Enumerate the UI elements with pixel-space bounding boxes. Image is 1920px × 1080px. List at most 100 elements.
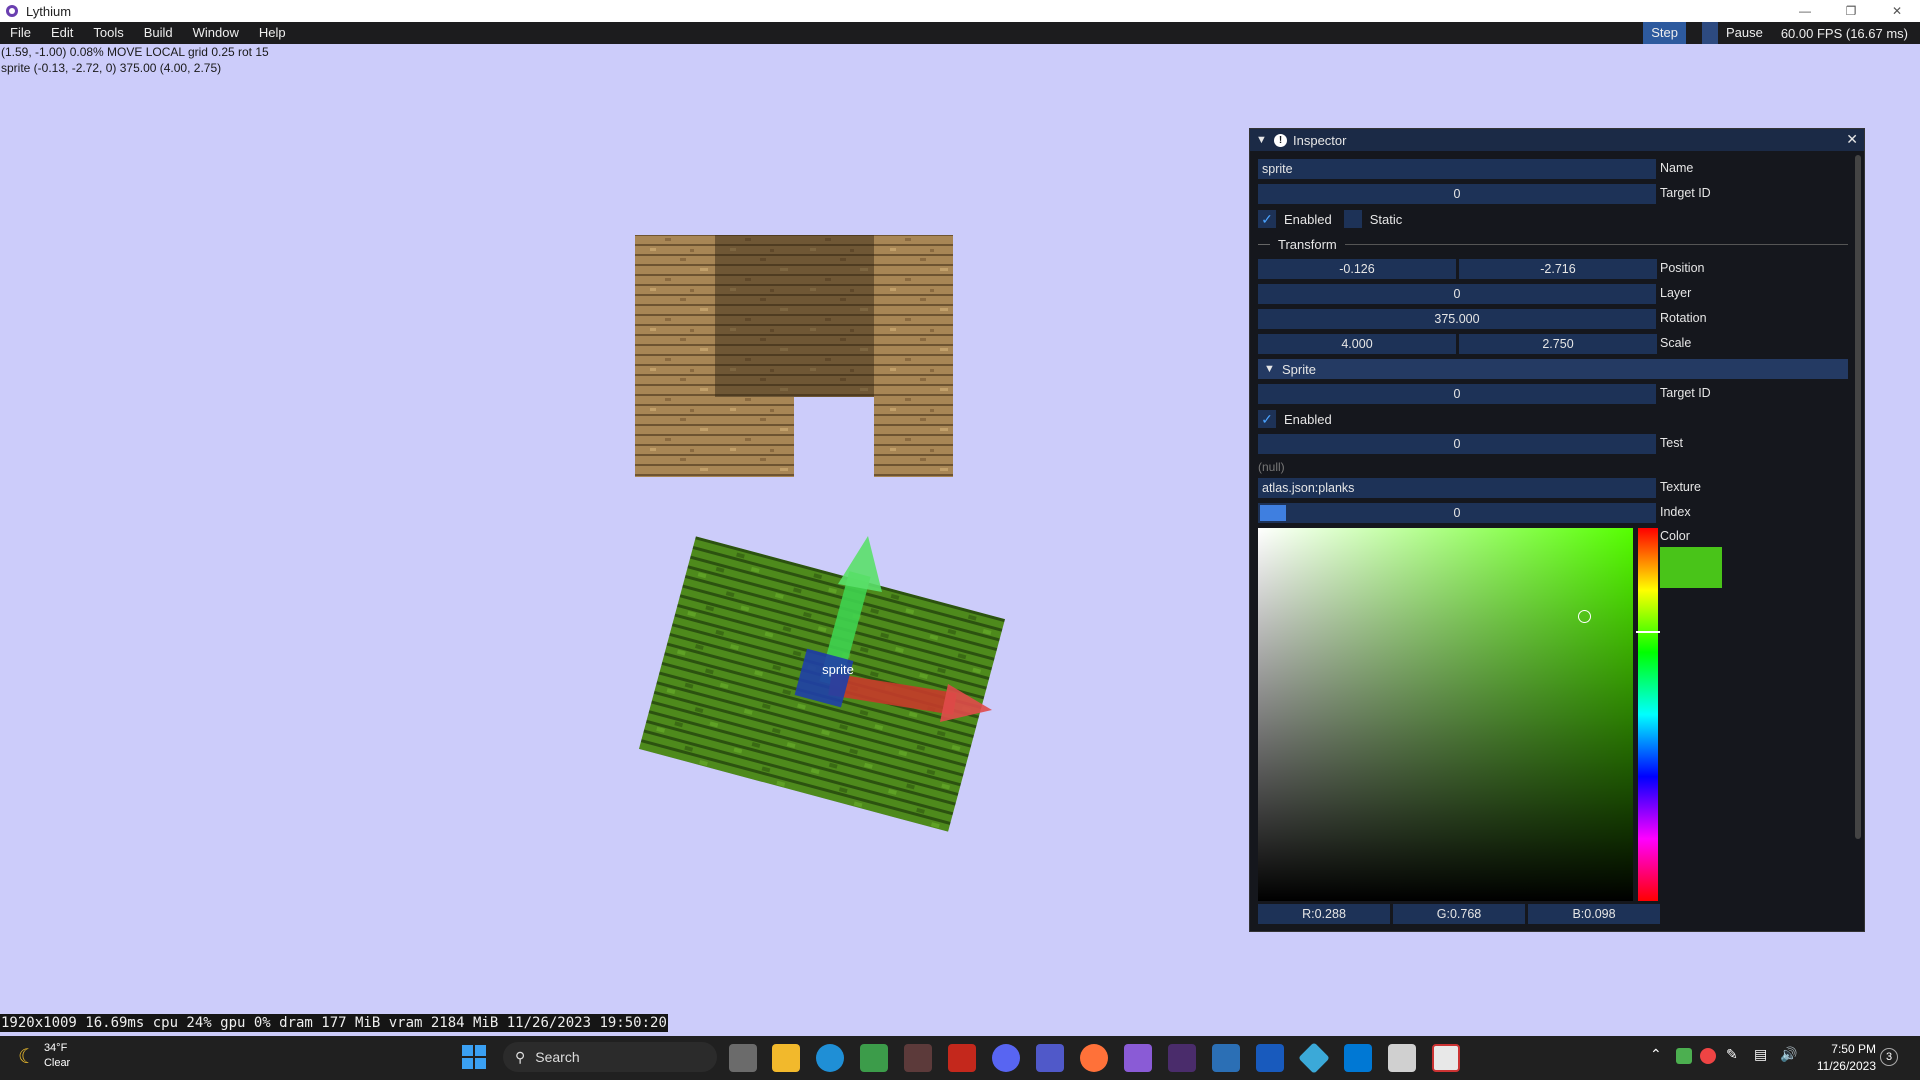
sprite-enabled-label: Enabled xyxy=(1284,411,1332,427)
word-icon[interactable] xyxy=(1256,1044,1284,1072)
position-y-field[interactable]: -2.716 xyxy=(1459,259,1657,279)
weather-temp: 34°F xyxy=(43,1042,68,1054)
index-value: 0 xyxy=(1453,506,1461,520)
discord-icon[interactable] xyxy=(992,1044,1020,1072)
pdf-reader-icon[interactable] xyxy=(948,1044,976,1072)
inspector-panel: ▼ ! Inspector ✕ sprite Name 0 Target ID … xyxy=(1249,128,1865,932)
spreadsheet-icon[interactable] xyxy=(860,1044,888,1072)
static-checkbox[interactable] xyxy=(1343,210,1362,228)
visual-studio-icon[interactable] xyxy=(1124,1044,1152,1072)
app-icon xyxy=(6,5,18,17)
pause-indicator xyxy=(1701,22,1718,44)
position-x-field[interactable]: -0.126 xyxy=(1258,259,1456,279)
inspector-scrollbar[interactable] xyxy=(1855,155,1861,839)
game-engine-icon[interactable] xyxy=(1212,1044,1240,1072)
sprite-section-title: Sprite xyxy=(1282,361,1316,377)
search-icon: ⚲ xyxy=(515,1048,526,1065)
task-view-icon[interactable] xyxy=(729,1044,757,1072)
rotation-field[interactable]: 375.000 xyxy=(1258,309,1656,329)
target-id-field[interactable]: 0 xyxy=(1258,184,1656,204)
sprite-label: sprite xyxy=(822,662,854,677)
menu-window[interactable]: Window xyxy=(183,22,249,44)
menu-file[interactable]: File xyxy=(0,22,41,44)
window-title: Lythium xyxy=(26,3,72,19)
static-label: Static xyxy=(1369,211,1403,227)
inspector-header[interactable]: ▼ ! Inspector ✕ xyxy=(1250,129,1864,151)
index-slider-grab[interactable] xyxy=(1260,505,1286,521)
file-explorer-icon[interactable] xyxy=(772,1044,800,1072)
collapse-icon[interactable]: ▼ xyxy=(1256,134,1270,146)
pause-label: Pause xyxy=(1725,25,1763,40)
layer-field[interactable]: 0 xyxy=(1258,284,1656,304)
weather-desc: Clear xyxy=(43,1057,71,1069)
inspector-title: Inspector xyxy=(1293,132,1347,148)
lythium-taskbar-icon[interactable] xyxy=(1432,1044,1460,1072)
index-field[interactable]: 0 xyxy=(1258,503,1656,523)
test-field[interactable]: 0 xyxy=(1258,434,1656,454)
name-field[interactable]: sprite xyxy=(1258,159,1656,179)
color-picker-cursor[interactable] xyxy=(1578,610,1591,623)
target-id-label: Target ID xyxy=(1660,186,1711,200)
green-channel-field[interactable]: G:0.768 xyxy=(1393,904,1525,924)
notepad-icon[interactable] xyxy=(1388,1044,1416,1072)
teams-icon[interactable] xyxy=(1036,1044,1064,1072)
step-button[interactable]: Step xyxy=(1643,22,1686,44)
volume-icon[interactable]: 🔊 xyxy=(1780,1046,1797,1063)
hue-slider[interactable] xyxy=(1636,528,1660,901)
scale-x-field[interactable]: 4.000 xyxy=(1258,334,1456,354)
moon-icon: ☾ xyxy=(18,1045,36,1068)
scale-label: Scale xyxy=(1660,336,1692,350)
color-picker-sv-square[interactable] xyxy=(1258,528,1633,901)
fps-readout: 60.00 FPS (16.67 ms) xyxy=(1780,25,1908,41)
clock-time: 7:50 PM xyxy=(1831,1042,1876,1056)
color-swatch[interactable] xyxy=(1660,547,1722,588)
tray-app-icon[interactable] xyxy=(1676,1048,1692,1064)
pause-button[interactable]: Pause xyxy=(1694,22,1771,44)
app-icon[interactable] xyxy=(904,1044,932,1072)
hue-slider-handle[interactable] xyxy=(1636,631,1660,633)
transform-header: Transform xyxy=(1278,236,1337,252)
sprite-enabled-checkbox[interactable]: ✓ xyxy=(1258,410,1276,428)
network-icon[interactable]: ▤ xyxy=(1754,1046,1767,1063)
sprite-section-header[interactable]: ▼ Sprite xyxy=(1258,359,1848,379)
clock[interactable]: 7:50 PM 11/26/2023 xyxy=(1817,1041,1876,1075)
minimize-icon[interactable]: — xyxy=(1782,0,1828,22)
enabled-label: Enabled xyxy=(1284,211,1332,227)
rotation-label: Rotation xyxy=(1660,311,1707,325)
close-icon[interactable]: ✕ xyxy=(1846,131,1858,148)
tray-sync-icon[interactable] xyxy=(1700,1048,1716,1064)
blue-channel-field[interactable]: B:0.098 xyxy=(1528,904,1660,924)
planks-sprite[interactable] xyxy=(635,235,953,477)
null-text: (null) xyxy=(1258,460,1285,474)
notification-badge[interactable]: 3 xyxy=(1880,1048,1898,1066)
close-icon[interactable]: ✕ xyxy=(1874,0,1920,22)
divider xyxy=(1258,243,1270,245)
menu-build[interactable]: Build xyxy=(134,22,183,44)
edge-icon[interactable] xyxy=(816,1044,844,1072)
menu-help[interactable]: Help xyxy=(249,22,296,44)
start-icon[interactable] xyxy=(462,1045,486,1069)
menu-edit[interactable]: Edit xyxy=(41,22,83,44)
restore-icon[interactable]: ❐ xyxy=(1828,0,1874,22)
firefox-icon[interactable] xyxy=(1080,1044,1108,1072)
pen-icon[interactable]: ✎ xyxy=(1726,1046,1738,1063)
tray-chevron-icon[interactable]: ⌃ xyxy=(1650,1046,1662,1063)
title-bar: Lythium — ❐ ✕ xyxy=(0,0,1920,22)
clock-date: 11/26/2023 xyxy=(1816,1059,1876,1073)
vscode-icon[interactable] xyxy=(1344,1044,1372,1072)
menu-tools[interactable]: Tools xyxy=(83,22,133,44)
index-label: Index xyxy=(1660,505,1691,519)
weather-widget[interactable]: ☾ 34°F Clear xyxy=(18,1041,70,1071)
terminal-icon[interactable] xyxy=(1168,1044,1196,1072)
enabled-checkbox[interactable]: ✓ xyxy=(1258,210,1276,228)
texture-field[interactable]: atlas.json:planks xyxy=(1258,478,1656,498)
red-channel-field[interactable]: R:0.288 xyxy=(1258,904,1390,924)
divider xyxy=(1344,243,1848,245)
search-placeholder: Search xyxy=(535,1049,580,1065)
sprite-target-id-field[interactable]: 0 xyxy=(1258,384,1656,404)
scene-viewport[interactable]: sprite xyxy=(0,44,1200,1014)
scale-y-field[interactable]: 2.750 xyxy=(1459,334,1657,354)
sprite-target-id-label: Target ID xyxy=(1660,386,1711,400)
taskbar-search[interactable]: ⚲ Search xyxy=(503,1042,717,1072)
test-label: Test xyxy=(1660,436,1683,450)
